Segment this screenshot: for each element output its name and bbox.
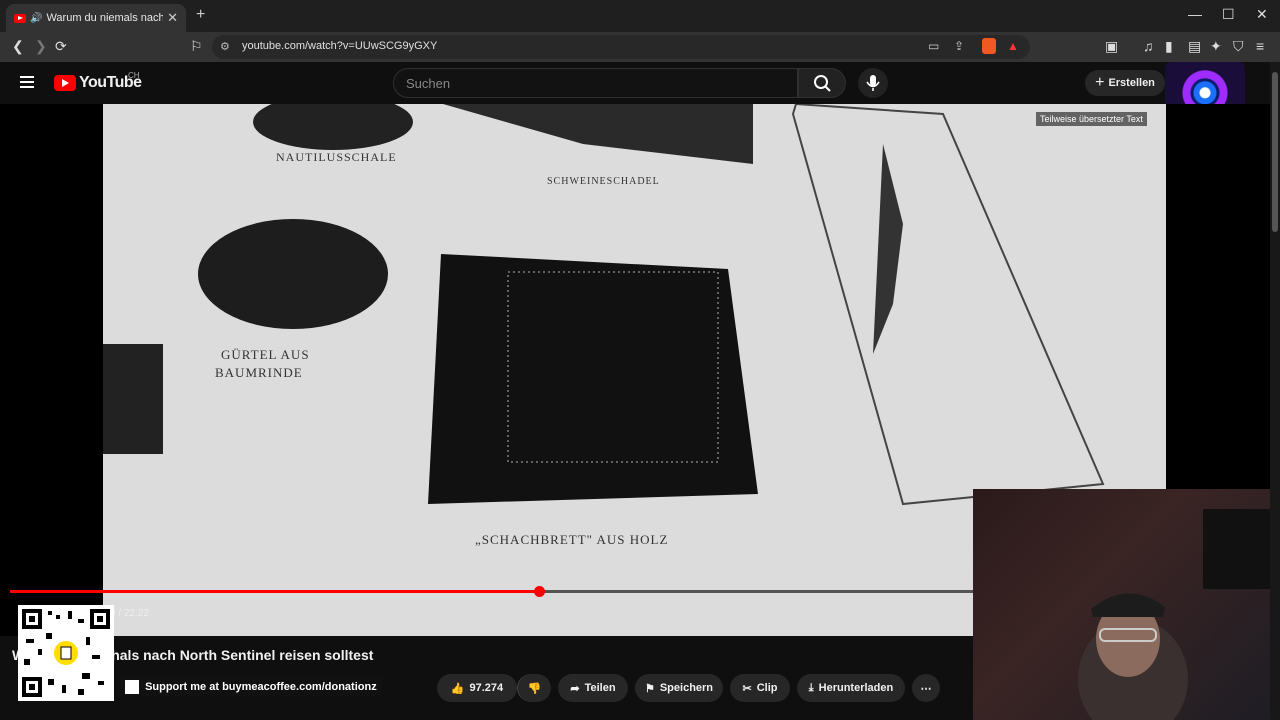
download-label: Herunterladen — [818, 682, 894, 694]
microphone-icon — [866, 75, 880, 91]
create-label: Erstellen — [1108, 77, 1155, 89]
more-actions-button[interactable]: ⋯ — [912, 674, 940, 702]
browser-tab-strip: 🔊 Warum du niemals nach Nort ✕ + — ☐ ✕ — [0, 0, 1280, 32]
music-icon[interactable]: ♫ — [1143, 38, 1154, 54]
like-button[interactable]: 👍 97.274 — [437, 674, 517, 702]
webcam-overlay — [973, 489, 1280, 720]
streamer-figure — [1078, 509, 1280, 720]
frame-label: GÜRTEL AUS — [221, 347, 310, 362]
create-button[interactable]: + Erstellen — [1085, 70, 1165, 96]
url-field[interactable]: ⚙ youtube.com/watch?v=UUwSCG9yGXY ▭ ⇪ ▲ — [212, 35, 1030, 59]
progress-bar[interactable] — [10, 586, 975, 597]
brave-shield-icon[interactable] — [982, 38, 996, 54]
close-tab-icon[interactable]: ✕ — [167, 10, 178, 26]
thumbs-down-icon: 👎 — [527, 682, 542, 695]
coffee-support-banner: Support me at buymeacoffee.com/donationz — [120, 677, 382, 697]
youtube-favicon-icon — [14, 13, 26, 23]
tab-title: Warum du niemals nach Nort — [46, 12, 164, 24]
wallet-icon[interactable]: ▤ — [1188, 38, 1201, 55]
minimize-icon[interactable]: — — [1188, 6, 1202, 22]
save-label: Speichern — [659, 682, 714, 694]
search-input[interactable] — [394, 69, 797, 98]
coffee-text: Support me at buymeacoffee.com/donationz — [145, 680, 377, 693]
video-title-text: hals nach North Sentinel reisen solltest — [111, 647, 374, 663]
sidebar-icon[interactable]: ▮ — [1165, 38, 1173, 55]
back-icon[interactable]: ❮ — [12, 38, 24, 55]
search-box[interactable] — [393, 68, 798, 98]
new-tab-icon[interactable]: + — [196, 6, 205, 24]
reload-icon[interactable]: ⟳ — [55, 38, 67, 55]
address-bar-row: ❮ ❯ ⟳ ⚐ ⚙ youtube.com/watch?v=UUwSCG9yGX… — [0, 32, 1280, 62]
share-label: Teilen — [584, 682, 616, 694]
close-window-icon[interactable]: ✕ — [1256, 6, 1268, 23]
more-dots-icon: ⋯ — [920, 682, 932, 695]
dislike-button[interactable]: 👎 — [517, 674, 551, 702]
site-info-icon[interactable]: ⚙ — [220, 40, 230, 53]
extension-icon[interactable]: ▣ — [1105, 38, 1118, 55]
time-display: 9 / 22:22 — [110, 608, 149, 619]
brave-rewards-icon[interactable]: ▲ — [1007, 39, 1019, 53]
share-page-icon[interactable]: ⇪ — [954, 39, 964, 53]
url-text: youtube.com/watch?v=UUwSCG9yGXY — [242, 40, 438, 52]
download-button[interactable]: ⤓ Herunterladen — [797, 674, 905, 702]
translated-text-badge: Teilweise übersetzter Text — [1036, 112, 1147, 126]
scrubber-handle[interactable] — [533, 586, 545, 597]
search-button[interactable] — [798, 68, 846, 98]
frame-label: SCHWEINESCHADEL — [547, 176, 660, 187]
frame-label: NAUTILUSSCHALE — [276, 150, 397, 164]
qr-code-image — [18, 605, 114, 701]
save-button[interactable]: ⚑ Speichern — [635, 674, 723, 702]
page-scrollbar[interactable] — [1270, 62, 1280, 720]
scissors-icon: ✂ — [742, 682, 752, 695]
coffee-cup-icon — [125, 680, 139, 694]
frame-label: BAUMRINDE — [215, 365, 303, 380]
like-count: 97.274 — [469, 682, 504, 694]
cast-icon[interactable]: ▭ — [928, 39, 939, 53]
clip-button[interactable]: ✂ Clip — [730, 674, 790, 702]
qr-code-graphic — [22, 609, 110, 697]
youtube-header: YouTube CH + Erstellen — [0, 62, 1280, 118]
scrollbar-thumb[interactable] — [1272, 72, 1278, 232]
youtube-logo-icon[interactable] — [54, 75, 76, 91]
vpn-icon[interactable]: ⛉ — [1233, 38, 1244, 55]
progress-fill — [10, 590, 539, 593]
frame-label: „SCHACHBRETT" AUS HOLZ — [475, 532, 669, 547]
hamburger-menu-icon[interactable] — [20, 76, 34, 88]
share-arrow-icon: ➦ — [570, 682, 580, 695]
forward-icon[interactable]: ❯ — [35, 38, 47, 55]
plus-icon: + — [1095, 74, 1105, 91]
share-button[interactable]: ➦ Teilen — [558, 674, 628, 702]
search-icon — [814, 75, 831, 92]
country-code: CH — [128, 71, 140, 80]
maximize-icon[interactable]: ☐ — [1222, 6, 1235, 23]
browser-menu-icon[interactable]: ≡ — [1256, 38, 1264, 54]
voice-search-button[interactable] — [858, 68, 888, 98]
browser-tab[interactable]: 🔊 Warum du niemals nach Nort ✕ — [6, 4, 186, 32]
download-icon: ⤓ — [808, 681, 814, 694]
speaker-icon: 🔊 — [30, 12, 43, 24]
bookmark-icon[interactable]: ⚐ — [190, 38, 203, 55]
bookmark-save-icon: ⚑ — [644, 682, 655, 695]
thumbs-up-icon: 👍 — [450, 682, 465, 695]
clip-label: Clip — [756, 682, 778, 694]
leo-ai-icon[interactable]: ✦ — [1210, 38, 1222, 55]
